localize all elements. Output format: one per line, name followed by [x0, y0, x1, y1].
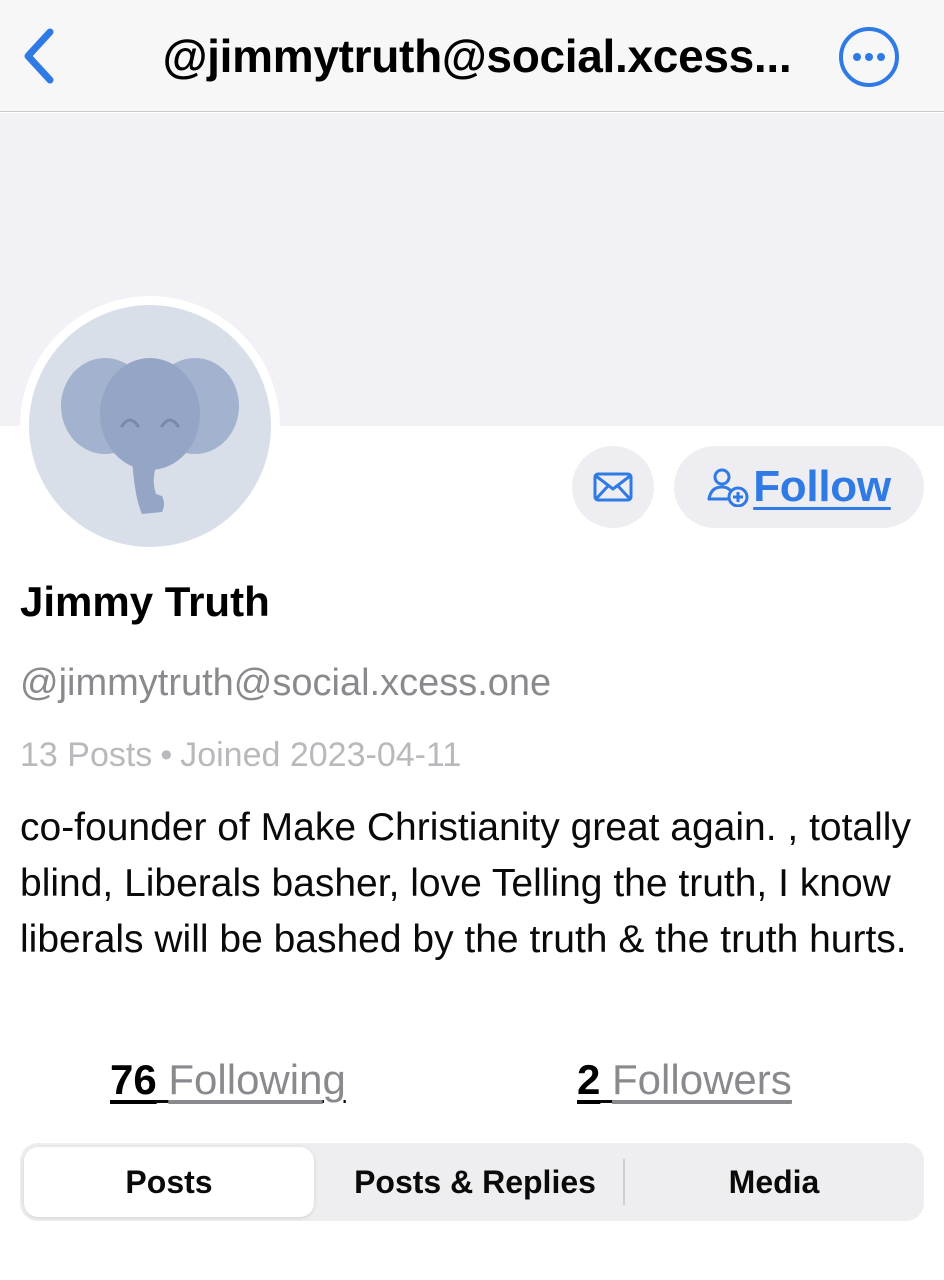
followers-link[interactable]: 2 Followers [577, 1056, 792, 1104]
profile-tabs: Posts Posts & Replies Media [20, 1143, 924, 1221]
ellipsis-circle-icon [839, 27, 899, 87]
display-name: Jimmy Truth [20, 578, 270, 625]
posts-count: 13 Posts [20, 736, 153, 774]
profile-meta: 13 Posts • Joined 2023-04-11 [20, 736, 461, 775]
followers-label: Followers [612, 1056, 792, 1103]
envelope-icon [593, 472, 633, 502]
avatar[interactable] [20, 296, 280, 556]
follow-label: Follow [753, 462, 891, 511]
more-options-button[interactable] [838, 26, 900, 88]
profile-handle: @jimmytruth@social.xcess.one [20, 662, 552, 704]
back-button[interactable] [14, 22, 66, 90]
message-button[interactable] [572, 446, 654, 528]
elephant-icon [61, 358, 239, 514]
following-label: Following [168, 1056, 346, 1103]
person-add-icon [707, 468, 749, 507]
following-link[interactable]: 76 Following [110, 1056, 346, 1104]
following-count: 76 [110, 1056, 157, 1103]
joined-date: Joined 2023-04-11 [180, 736, 462, 774]
nav-title: @jimmytruth@social.xcess... [162, 30, 792, 82]
tab-media[interactable]: Media [624, 1143, 924, 1221]
followers-count: 2 [577, 1056, 601, 1103]
tab-posts[interactable]: Posts [24, 1147, 314, 1217]
follow-button[interactable]: Follow [674, 446, 924, 528]
chevron-left-icon [24, 28, 54, 84]
tab-posts-and-replies[interactable]: Posts & Replies [324, 1143, 626, 1221]
meta-separator: • [160, 736, 173, 774]
profile-bio: co-founder of Make Christianity great ag… [20, 806, 911, 961]
navigation-bar: @jimmytruth@social.xcess... [0, 0, 944, 112]
